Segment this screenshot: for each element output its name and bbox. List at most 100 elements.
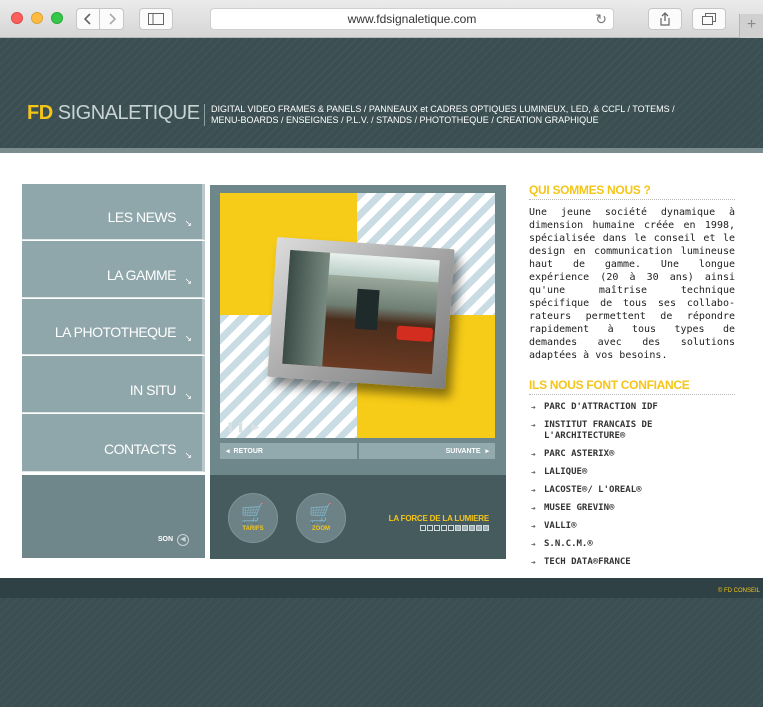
menu-item-label: LA GAMME: [106, 267, 177, 283]
arrow-down-right-icon: ↘: [184, 276, 192, 286]
client-name: VALLI®: [544, 521, 577, 531]
play-icon[interactable]: ▶: [252, 422, 262, 433]
nav-link[interactable]: / STANDS: [371, 115, 412, 125]
interior-photo: [282, 249, 440, 375]
pause-icon[interactable]: ❚❚: [226, 422, 247, 433]
seat: [396, 325, 434, 343]
slide-navigation: ◂ RETOUR SUIVANTE ▸: [220, 443, 495, 459]
site-header: FD SIGNALETIQUE DIGITAL VIDEO FRAMES & P…: [0, 38, 763, 148]
menu-item-label: CONTACTS: [104, 441, 176, 457]
tabs-icon: [702, 13, 716, 25]
zoom-button[interactable]: 🛒 ZOOM: [296, 493, 346, 543]
light-frame-product: [267, 236, 455, 390]
client-name: TECH DATA®FRANCE: [544, 557, 631, 567]
arrow-down-right-icon: ↘: [184, 391, 192, 401]
show-tabs-button[interactable]: [692, 8, 726, 30]
next-label: SUIVANTE: [445, 447, 481, 455]
slideshow-viewer: ❚❚ ▶ ◂ RETOUR SUIVANTE ▸ 🛒 TARIFS 🛒 ZOOM: [210, 185, 506, 559]
logo-name: SIGNALETIQUE: [57, 102, 200, 124]
menu-item-in-situ[interactable]: IN SITU ↘: [22, 356, 205, 413]
arrow-bullet-icon: ➔: [531, 504, 536, 513]
client-item: ➔ S.N.C.M.®: [529, 539, 735, 550]
url-text: www.fdsignaletique.com: [347, 12, 477, 26]
slide-dot[interactable]: [455, 525, 461, 531]
previous-slide-button[interactable]: ◂ RETOUR: [220, 443, 357, 459]
slide-indicators: [420, 525, 489, 531]
client-item: ➔ INSTITUT FRANCAIS DE L'ARCHITECTURE®: [529, 420, 735, 442]
arrow-bullet-icon: ➔: [531, 403, 536, 412]
arrow-bullet-icon: ➔: [531, 558, 536, 567]
arrow-bullet-icon: ➔: [531, 540, 536, 549]
cart-plus-icon: 🛒: [308, 503, 334, 525]
forward-button[interactable]: [100, 8, 124, 30]
nav-link[interactable]: / ENSEIGNES: [281, 115, 339, 125]
page-bottom: [0, 598, 763, 707]
cart-download-icon: 🛒: [240, 503, 266, 525]
main-content: LES NEWS ↘ LA GAMME ↘ LA PHOTOTHEQUE ↘ I…: [0, 153, 763, 578]
site-logo[interactable]: FD SIGNALETIQUE: [27, 102, 200, 125]
slide-dot[interactable]: [448, 525, 454, 531]
slide-dot[interactable]: [462, 525, 468, 531]
arrow-down-right-icon: ↘: [184, 450, 192, 460]
next-slide-button[interactable]: SUIVANTE ▸: [358, 443, 495, 459]
client-name: LACOSTE®/ L'OREAL®: [544, 485, 642, 495]
arrow-bullet-icon: ➔: [531, 421, 536, 430]
zoom-window-button[interactable]: [51, 12, 63, 24]
sound-label: SON: [157, 536, 173, 543]
tarifs-button[interactable]: 🛒 TARIFS: [228, 493, 278, 543]
plus-icon: +: [746, 16, 757, 33]
slideshow-controls[interactable]: ❚❚ ▶: [226, 422, 261, 433]
new-tab-button[interactable]: +: [739, 14, 763, 38]
nav-link[interactable]: MENU-BOARDS: [211, 115, 279, 125]
nav-link[interactable]: / TOTEMS /: [627, 104, 674, 114]
address-bar[interactable]: www.fdsignaletique.com ↻: [210, 8, 614, 30]
chevron-left-icon: [84, 13, 91, 25]
nav-link[interactable]: / PANNEAUX et CADRES OPTIQUES LUMINEUX, …: [364, 104, 625, 114]
slide-dot[interactable]: [427, 525, 433, 531]
nav-link[interactable]: DIGITAL VIDEO FRAMES & PANELS: [211, 104, 361, 114]
client-name: INSTITUT FRANCAIS DE L'ARCHITECTURE®: [544, 420, 653, 441]
share-button[interactable]: [648, 8, 682, 30]
client-item: ➔ PARC D'ATTRACTION IDF: [529, 402, 735, 413]
nav-link[interactable]: / PHOTOTHEQUE: [414, 115, 488, 125]
arrow-bullet-icon: ➔: [531, 450, 536, 459]
client-name: LALIQUE®: [544, 467, 588, 477]
previous-label: RETOUR: [233, 447, 263, 455]
client-item: ➔ PARC ASTERIX®: [529, 449, 735, 460]
clients-list: ➔ PARC D'ATTRACTION IDF ➔ INSTITUT FRANCAIS…: [529, 402, 735, 568]
nav-link[interactable]: / P.L.V.: [341, 115, 369, 125]
nav-link[interactable]: / CREATION GRAPHIQUE: [491, 115, 598, 125]
slide-dot[interactable]: [483, 525, 489, 531]
logo-fd: FD: [27, 102, 53, 124]
minimize-window-button[interactable]: [31, 12, 43, 24]
client-item: ➔ TECH DATA®FRANCE: [529, 557, 735, 568]
zoom-label: ZOOM: [312, 526, 330, 532]
menu-item-phototheque[interactable]: LA PHOTOTHEQUE ↘: [22, 299, 205, 355]
sound-toggle-icon[interactable]: ◀: [177, 534, 189, 546]
logo-divider: [204, 104, 205, 126]
about-title: QUI SOMMES NOUS ?: [529, 183, 735, 200]
menu-item-gamme[interactable]: LA GAMME ↘: [22, 241, 205, 298]
sidebar-toggle-button[interactable]: [139, 8, 173, 30]
client-item: ➔ LACOSTE®/ L'OREAL®: [529, 485, 735, 496]
menu-item-label: LES NEWS: [107, 209, 177, 225]
browser-toolbar: www.fdsignaletique.com ↻ +: [0, 0, 763, 38]
menu-item-contacts[interactable]: CONTACTS ↘: [22, 414, 205, 472]
slide-dot[interactable]: [476, 525, 482, 531]
slide-dot[interactable]: [441, 525, 447, 531]
slide-dot[interactable]: [469, 525, 475, 531]
reload-icon[interactable]: ↻: [595, 11, 607, 28]
menu-item-label: LA PHOTOTHEQUE: [54, 324, 177, 340]
slide-dot[interactable]: [420, 525, 426, 531]
close-window-button[interactable]: [11, 12, 23, 24]
menu-item-news[interactable]: LES NEWS ↘: [22, 184, 205, 240]
client-name: MUSEE GREVIN®: [544, 503, 615, 513]
arrow-down-right-icon: ↘: [184, 333, 192, 343]
slide-dot[interactable]: [434, 525, 440, 531]
client-item: ➔ LALIQUE®: [529, 467, 735, 478]
tarifs-label: TARIFS: [242, 526, 264, 532]
chevron-left-icon: ◂: [226, 448, 230, 455]
client-name: S.N.C.M.®: [544, 539, 593, 549]
back-button[interactable]: [76, 8, 100, 30]
arrow-bullet-icon: ➔: [531, 522, 536, 531]
